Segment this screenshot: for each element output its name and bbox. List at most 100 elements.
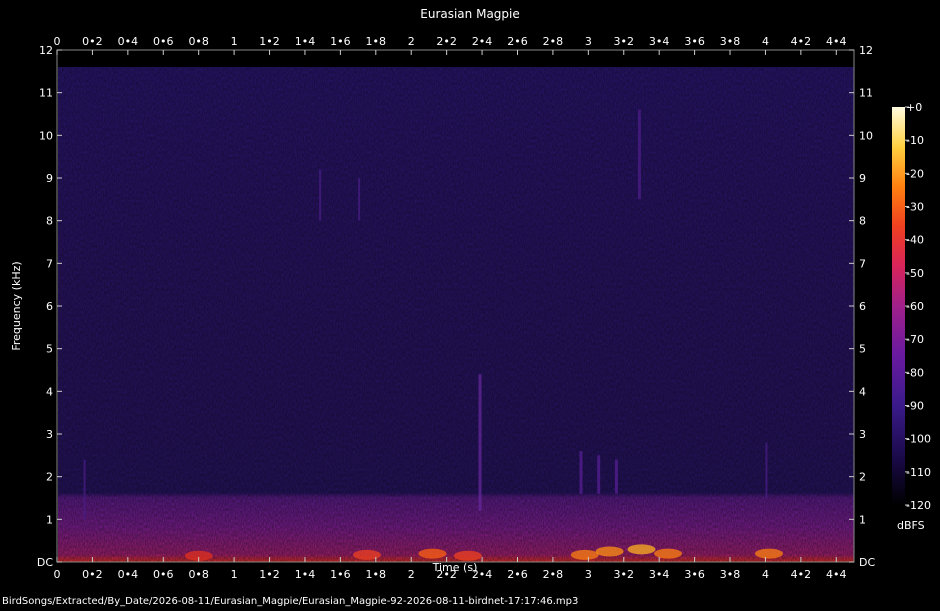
colorbar-tick-label: -110 bbox=[906, 466, 931, 479]
x-tick-label-top: 2•4 bbox=[472, 35, 493, 48]
colorbar-tick-label: -40 bbox=[906, 234, 924, 247]
x-tick-label-bottom: 0 bbox=[54, 568, 61, 581]
x-tick-label-top: 3•8 bbox=[720, 35, 741, 48]
x-axis-label: Time (s) bbox=[432, 561, 478, 574]
spectrogram-streak bbox=[358, 178, 361, 221]
x-tick-label-top: 1•4 bbox=[295, 35, 316, 48]
x-tick-label-top: 4•2 bbox=[791, 35, 812, 48]
spectrogram-streak bbox=[765, 442, 768, 498]
x-tick-label-top: 2 bbox=[408, 35, 415, 48]
x-tick-label-bottom: 4 bbox=[762, 568, 769, 581]
x-tick-label-bottom: 1•4 bbox=[295, 568, 316, 581]
x-tick-label-bottom: 2•8 bbox=[543, 568, 564, 581]
y-tick-label-right: 6 bbox=[859, 300, 866, 313]
y-tick-label-right: DC bbox=[859, 556, 875, 569]
x-tick-label-bottom: 2•6 bbox=[507, 568, 528, 581]
y-tick-label-right: 2 bbox=[859, 471, 866, 484]
spectrogram-streak bbox=[319, 169, 322, 221]
colorbar-ticks: +0 -10 -20 -30 -40 -50 -60 -70 -80 -90 -100 -110 -12… bbox=[905, 101, 931, 512]
x-tick-label-bottom: 1•8 bbox=[366, 568, 387, 581]
colorbar-tick-label: -10 bbox=[906, 134, 924, 147]
y-tick-label-right: 10 bbox=[859, 129, 873, 142]
x-tick-label-top: 0 bbox=[54, 35, 61, 48]
x-tick-label-bottom: 1•6 bbox=[330, 568, 351, 581]
y-tick-label-left: 1 bbox=[46, 513, 53, 526]
spectrogram-hotspot bbox=[453, 550, 482, 561]
x-tick-label-top: 3•6 bbox=[684, 35, 705, 48]
x-tick-label-top: 2•6 bbox=[507, 35, 528, 48]
x-tick-label-bottom: 0•8 bbox=[188, 568, 209, 581]
x-tick-label-top: 2•2 bbox=[436, 35, 457, 48]
y-tick-label-right: 9 bbox=[859, 172, 866, 185]
y-tick-label-left: 4 bbox=[46, 385, 53, 398]
spectrogram-streak bbox=[597, 455, 601, 494]
colorbar-tick-label: -60 bbox=[906, 300, 924, 313]
y-tick-label-left: 8 bbox=[46, 215, 53, 228]
y-tick-label-left: 2 bbox=[46, 471, 53, 484]
colorbar-tick-label: -30 bbox=[906, 201, 924, 214]
spectrogram-streak bbox=[614, 459, 618, 494]
colorbar-tick-label: -100 bbox=[906, 433, 931, 446]
y-tick-label-left: 11 bbox=[39, 87, 53, 100]
plot-area bbox=[56, 49, 855, 563]
x-tick-label-bottom: 2 bbox=[408, 568, 415, 581]
colorbar-tick-label: +0 bbox=[906, 101, 922, 114]
x-tick-label-top: 4•4 bbox=[826, 35, 847, 48]
y-tick-label-left: 9 bbox=[46, 172, 53, 185]
spectrogram-hotspot bbox=[754, 548, 783, 559]
spectrogram-noise bbox=[58, 67, 854, 562]
x-tick-label-top: 0•4 bbox=[118, 35, 139, 48]
y-axis-label: Frequency (kHz) bbox=[10, 261, 23, 350]
spectrogram-streak bbox=[579, 451, 583, 494]
colorbar: +0 -10 -20 -30 -40 -50 -60 -70 -80 -90 -100 -110 -12… bbox=[892, 101, 931, 532]
y-tick-label-right: 7 bbox=[859, 257, 866, 270]
x-tick-label-bottom: 3•8 bbox=[720, 568, 741, 581]
x-tick-label-bottom: 3 bbox=[585, 568, 592, 581]
y-tick-label-left: 12 bbox=[39, 44, 53, 57]
x-tick-label-top: 3•4 bbox=[649, 35, 670, 48]
colorbar-gradient bbox=[892, 107, 905, 505]
x-tick-label-bottom: 1 bbox=[231, 568, 238, 581]
y-tick-label-left: 7 bbox=[46, 257, 53, 270]
y-tick-label-right: 12 bbox=[859, 44, 873, 57]
y-tick-label-left: 5 bbox=[46, 343, 53, 356]
file-path: BirdSongs/Extracted/By_Date/2026-08-11/E… bbox=[2, 596, 579, 607]
y-tick-label-right: 11 bbox=[859, 87, 873, 100]
colorbar-tick-label: -90 bbox=[906, 400, 924, 413]
colorbar-tick-label: -20 bbox=[906, 167, 924, 180]
spectrogram-hotspot bbox=[595, 546, 624, 557]
y-tick-label-left: 6 bbox=[46, 300, 53, 313]
spectrogram-hotspot bbox=[570, 549, 599, 560]
spectrogram-streak bbox=[637, 109, 641, 200]
y-tick-label-right: 8 bbox=[859, 215, 866, 228]
chart-title: Eurasian Magpie bbox=[420, 7, 520, 21]
x-tick-label-bottom: 4•4 bbox=[826, 568, 847, 581]
x-tick-label-bottom: 3•6 bbox=[684, 568, 705, 581]
x-tick-label-top: 1•6 bbox=[330, 35, 351, 48]
y-tick-label-left: DC bbox=[37, 556, 53, 569]
y-tick-label-right: 1 bbox=[859, 513, 866, 526]
x-tick-label-top: 1•8 bbox=[366, 35, 387, 48]
x-tick-label-top: 3 bbox=[585, 35, 592, 48]
x-tick-label-bottom: 4•2 bbox=[791, 568, 812, 581]
x-tick-label-top: 3•2 bbox=[614, 35, 635, 48]
spectrogram-streak bbox=[478, 374, 482, 511]
x-tick-label-top: 1•2 bbox=[259, 35, 280, 48]
y-tick-label-right: 3 bbox=[859, 428, 866, 441]
x-tick-label-top: 1 bbox=[231, 35, 238, 48]
colorbar-tick-label: -120 bbox=[906, 499, 931, 512]
spectrogram-chart: Eurasian Magpie 0 0•2 0•4 0•6 0•8 1 1•2 1•4 1•6 1… bbox=[10, 7, 931, 581]
x-tick-label-top: 0•6 bbox=[153, 35, 174, 48]
spectrogram-hotspot bbox=[352, 549, 381, 560]
spectrogram-streak bbox=[83, 459, 86, 520]
y-tick-label-left: 3 bbox=[46, 428, 53, 441]
x-tick-label-bottom: 3•4 bbox=[649, 568, 670, 581]
spectrogram-hotspot bbox=[627, 544, 656, 555]
x-tick-label-bottom: 0•2 bbox=[82, 568, 103, 581]
x-tick-label-bottom: 3•2 bbox=[614, 568, 635, 581]
x-tick-label-top: 0•8 bbox=[188, 35, 209, 48]
y-tick-label-right: 5 bbox=[859, 343, 866, 356]
y-tick-label-right: 4 bbox=[859, 385, 866, 398]
spectrogram-hotspot bbox=[418, 548, 447, 559]
y-tick-label-left: 10 bbox=[39, 129, 53, 142]
